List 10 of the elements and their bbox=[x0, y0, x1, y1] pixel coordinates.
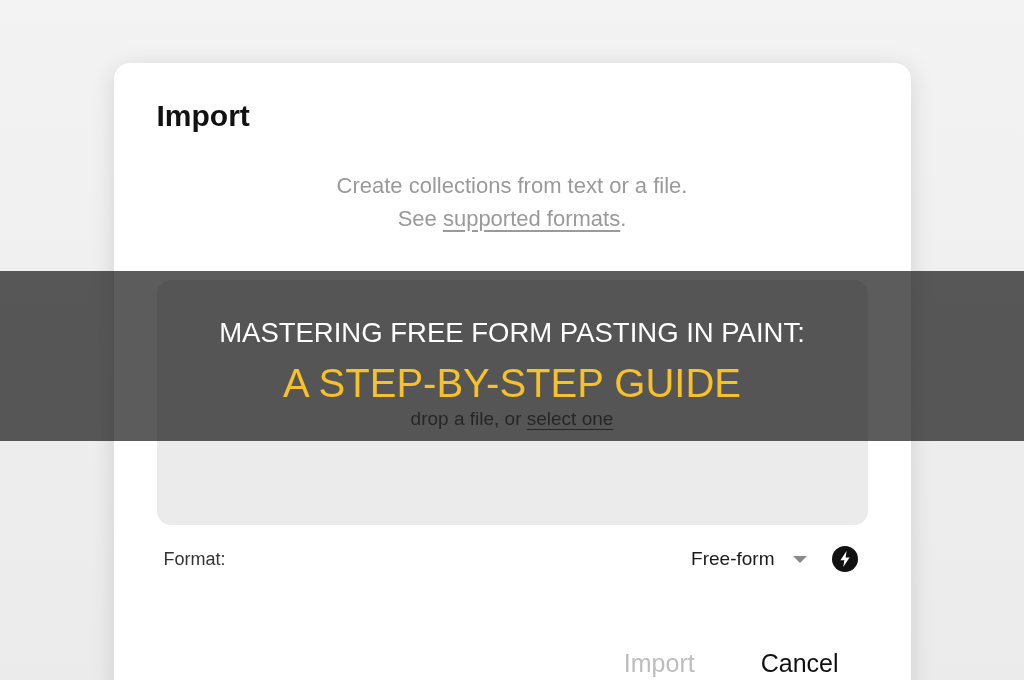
dialog-title: Import bbox=[156, 98, 250, 134]
bolt-icon[interactable] bbox=[831, 546, 858, 572]
supported-formats-link[interactable]: supported formats bbox=[442, 206, 621, 231]
description-text: Create collections from text or a file. See supported formats. bbox=[336, 172, 688, 233]
caret-icon bbox=[792, 555, 807, 563]
dialog-button[interactable]: Cancel bbox=[750, 647, 849, 679]
banner-title: MASTERING FREE FORM PASTING IN PAINT: bbox=[219, 316, 805, 350]
banner-subtitle: A STEP-BY-STEP GUIDE bbox=[283, 360, 741, 406]
format-label: Format: bbox=[163, 548, 226, 570]
format-dropdown[interactable]: Free-form bbox=[691, 548, 807, 570]
